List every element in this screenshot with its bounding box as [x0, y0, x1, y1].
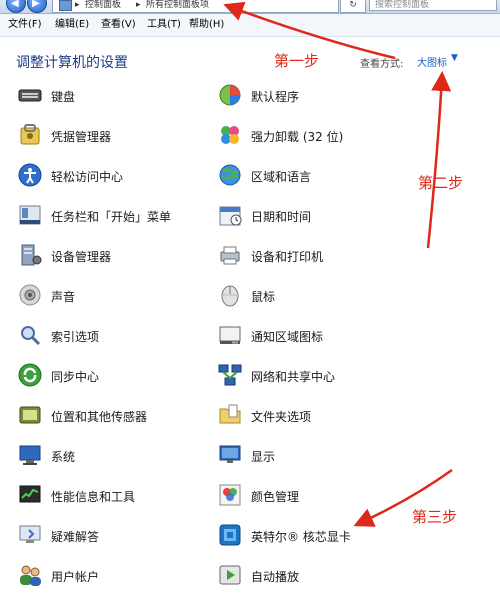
- menu-view[interactable]: 查看(V): [101, 19, 136, 31]
- refresh-button[interactable]: ↻: [340, 0, 366, 13]
- keyboard-icon: [18, 89, 42, 102]
- folder-options-icon: [219, 404, 241, 424]
- location-sensor-icon: [19, 406, 41, 424]
- breadcrumb-item[interactable]: 所有控制面板项: [146, 0, 209, 11]
- control-panel-item-label: 鼠标: [251, 290, 276, 304]
- control-panel-item-label: 同步中心: [51, 370, 100, 384]
- sound-icon: [19, 284, 41, 306]
- arrow-step2: [426, 71, 452, 249]
- forward-button[interactable]: ▶: [27, 0, 47, 13]
- device-manager-icon: [21, 244, 42, 266]
- control-panel-item-label: 自动播放: [251, 570, 300, 584]
- refresh-icon: ↻: [349, 0, 357, 10]
- search-input[interactable]: 搜索控制面板: [369, 0, 497, 11]
- default-programs-icon: [219, 84, 241, 106]
- breadcrumb-separator-icon: ▸: [75, 0, 80, 10]
- control-panel-item-label: 设备管理器: [51, 250, 112, 264]
- control-panel-item-label: 用户帐户: [51, 570, 100, 584]
- autoplay-icon: [219, 565, 241, 585]
- system-icon: [19, 445, 41, 465]
- menu-bar: 文件(F) 编辑(E) 查看(V) 工具(T) 帮助(H): [0, 14, 500, 37]
- control-panel-item-label: 疑难解答: [51, 530, 100, 544]
- control-panel-folder-icon: [59, 0, 72, 11]
- control-panel-item-label: 任务栏和「开始」菜单: [51, 210, 172, 224]
- devices-printers-icon: [220, 246, 240, 265]
- control-panel-item-label: 位置和其他传感器: [51, 410, 148, 424]
- color-management-icon: [219, 484, 241, 506]
- view-by-dropdown[interactable]: 大图标: [417, 54, 447, 69]
- control-panel-item-label: 文件夹选项: [251, 410, 312, 424]
- breadcrumb-separator-icon: ▸: [136, 0, 141, 10]
- intel-graphics-icon: [219, 524, 241, 546]
- menu-file[interactable]: 文件(F): [8, 19, 42, 31]
- breadcrumb[interactable]: ▸ 控制面板 ▸ 所有控制面板项: [52, 0, 339, 13]
- menu-edit[interactable]: 编辑(E): [55, 19, 89, 31]
- troubleshooting-icon: [19, 525, 41, 543]
- uninstaller-icon: [221, 126, 239, 144]
- annotation-step2: 第二步: [418, 174, 464, 192]
- chevron-down-icon[interactable]: ▼: [451, 53, 458, 63]
- sync-center-icon: [18, 363, 42, 387]
- notification-area-icon: [219, 326, 241, 344]
- performance-icon: [19, 485, 41, 503]
- forward-arrow-icon: ▶: [32, 0, 40, 9]
- network-sharing-icon: [218, 364, 242, 386]
- back-button[interactable]: ◀: [6, 0, 26, 13]
- menu-tools[interactable]: 工具(T): [147, 19, 181, 31]
- control-panel-item-label: 颜色管理: [251, 490, 300, 504]
- address-bar: ◀ ▶ ▸ 控制面板 ▸ 所有控制面板项 ↻ 搜索控制面板: [0, 0, 500, 14]
- page-title: 调整计算机的设置: [16, 55, 128, 71]
- control-panel-item-label: 默认程序: [251, 90, 300, 104]
- control-panel-item-label: 性能信息和工具: [51, 490, 136, 504]
- view-by-label: 查看方式:: [360, 59, 404, 70]
- menu-help[interactable]: 帮助(H): [189, 19, 224, 31]
- control-panel-item-label: 通知区域图标: [251, 330, 324, 344]
- annotation-step1: 第一步: [274, 52, 320, 70]
- credential-manager-icon: [20, 124, 40, 145]
- user-accounts-icon: [20, 565, 41, 586]
- control-panel-item-label: 声音: [51, 290, 76, 304]
- control-panel-item-label: 轻松访问中心: [51, 170, 124, 184]
- control-panel-item-label: 凭据管理器: [51, 130, 112, 144]
- control-panel-item-label: 区域和语言: [251, 170, 312, 184]
- breadcrumb-item[interactable]: 控制面板: [85, 0, 121, 11]
- control-panel-item-label: 日期和时间: [251, 210, 312, 224]
- control-panel-item-label: 显示: [251, 450, 276, 464]
- mouse-icon: [221, 285, 239, 307]
- control-panel-item-label: 网络和共享中心: [251, 370, 336, 384]
- control-panel-item-label: 系统: [51, 450, 76, 464]
- ease-of-access-icon: [18, 163, 42, 187]
- region-language-icon: [219, 164, 241, 186]
- control-panel-item-label: 英特尔® 核芯显卡: [251, 530, 351, 544]
- display-icon: [219, 445, 241, 463]
- date-time-icon: [219, 206, 242, 226]
- control-panel-item-label: 设备和打印机: [251, 250, 324, 264]
- taskbar-icon: [19, 205, 41, 225]
- indexing-icon: [21, 326, 41, 346]
- control-panel-item-label: 索引选项: [51, 330, 100, 344]
- control-panel-item-label: 强力卸载 (32 位): [251, 130, 344, 144]
- control-panel-item-label: 键盘: [51, 90, 76, 104]
- back-arrow-icon: ◀: [11, 0, 19, 9]
- annotation-step3: 第三步: [412, 508, 458, 526]
